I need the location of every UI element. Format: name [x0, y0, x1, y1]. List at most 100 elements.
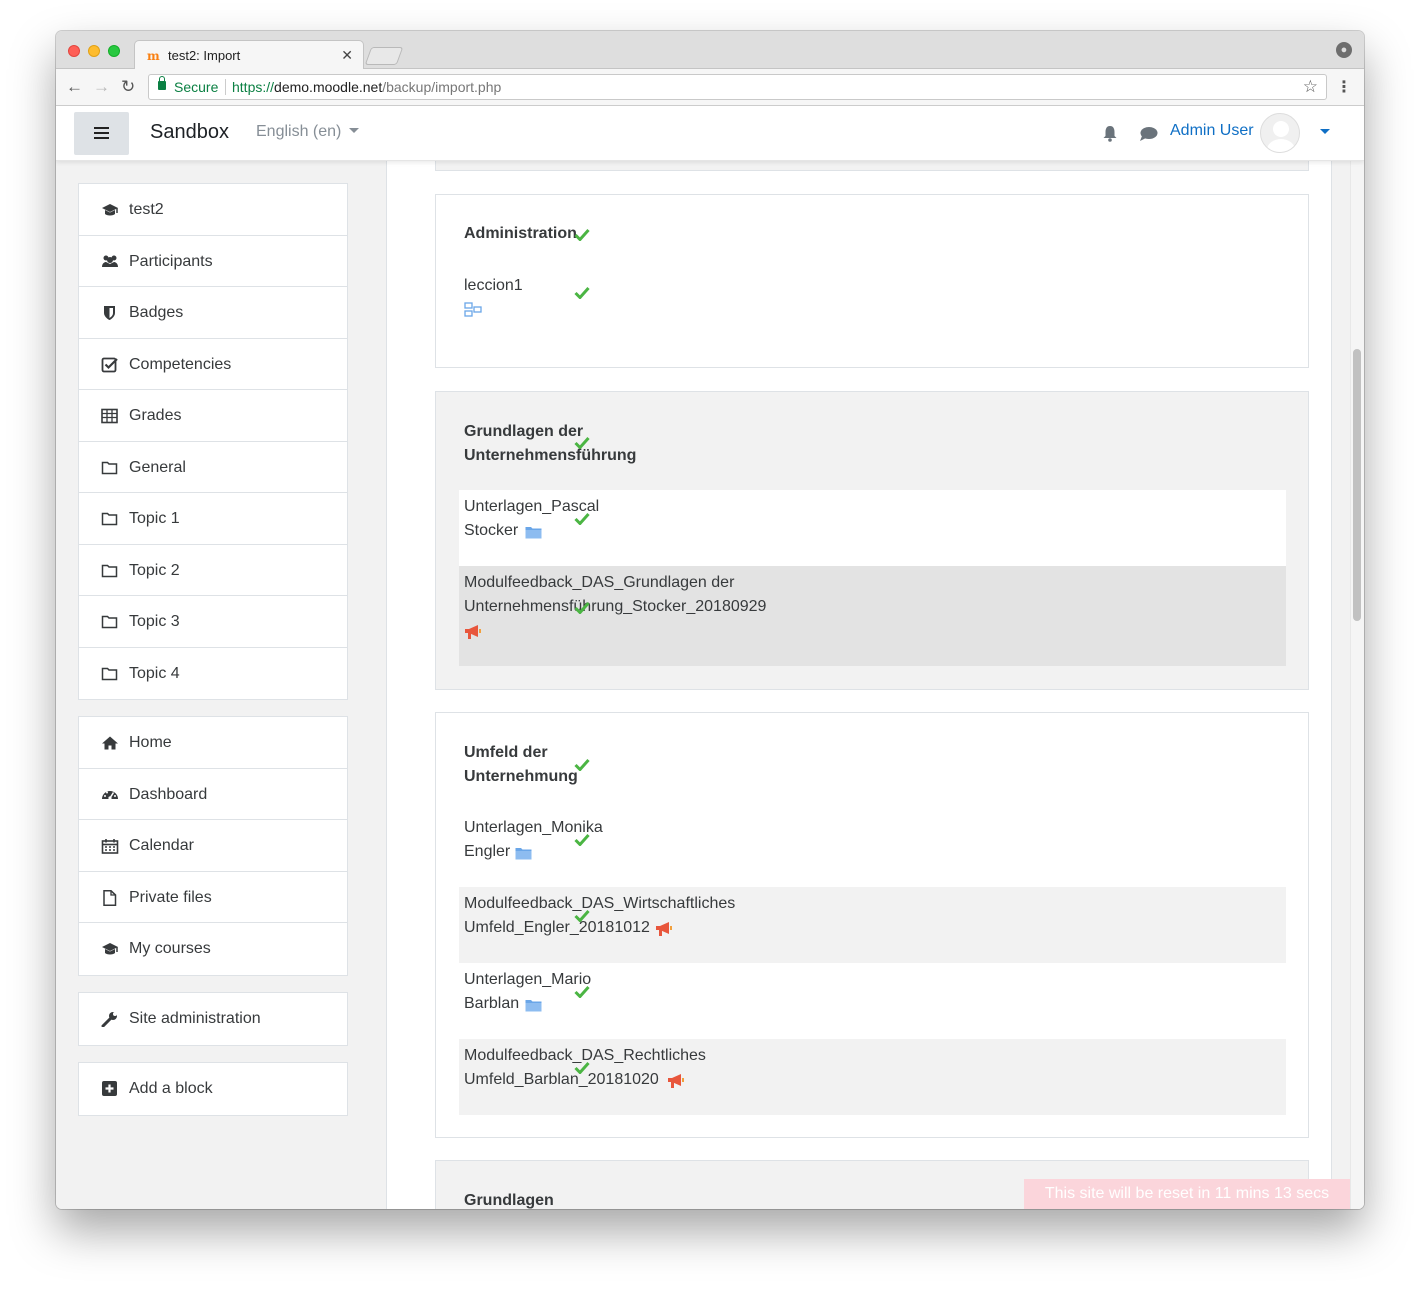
forward-arrow-icon[interactable]: →	[93, 77, 110, 97]
drawer-toggle-button[interactable]	[74, 112, 129, 155]
check-icon	[574, 909, 590, 922]
folder-icon	[525, 527, 542, 539]
hamburger-icon	[94, 127, 109, 139]
check-icon	[574, 512, 590, 525]
reload-icon[interactable]: ↻	[121, 77, 135, 97]
folder-icon	[515, 848, 532, 860]
import-content: Administration leccion1 Grundlagen der U…	[386, 161, 1332, 1209]
nav-item-label: Calendar	[129, 837, 194, 854]
nav-item-site-administration[interactable]: Site administration	[79, 993, 347, 1045]
nav-item-label: Topic 3	[129, 613, 180, 630]
user-menu-caret-icon[interactable]	[1320, 129, 1330, 134]
nav-item-label: Topic 2	[129, 561, 180, 579]
messages-chat-icon[interactable]	[1139, 126, 1158, 142]
plus-square-icon	[102, 1081, 117, 1096]
nav-item-label: Site administration	[129, 1010, 261, 1027]
browser-menu-icon[interactable]: ⋮	[1336, 77, 1352, 97]
feedback-megaphone-icon	[656, 922, 672, 936]
nav-item-topic-1[interactable]: Topic 1	[79, 493, 347, 545]
check-icon	[574, 833, 590, 846]
tab-close-icon[interactable]: ✕	[341, 47, 353, 64]
check-icon	[574, 758, 590, 771]
profile-icon[interactable]: ●	[1336, 42, 1352, 58]
back-arrow-icon[interactable]: ←	[66, 77, 83, 97]
add-block-button[interactable]: Add a block	[79, 1063, 347, 1115]
folder-icon	[101, 461, 118, 474]
activity-name: Modulfeedback_DAS_Grundlagen der Unterne…	[464, 574, 767, 615]
nav-item-topic-3[interactable]: Topic 3	[79, 596, 347, 648]
home-icon	[102, 736, 118, 750]
nav-item-participants[interactable]: Participants	[79, 236, 347, 287]
site-brand[interactable]: Sandbox	[150, 121, 229, 144]
activity-row: Modulfeedback_DAS_Wirtschaftliches Umfel…	[459, 887, 1286, 963]
language-menu[interactable]: English (en)	[256, 123, 360, 141]
new-tab-button[interactable]	[364, 47, 404, 65]
nav-item-label: Dashboard	[129, 785, 208, 803]
minimize-window-button[interactable]	[88, 45, 100, 57]
nav-item-home[interactable]: Home	[79, 717, 347, 769]
reset-countdown-banner: This site will be reset in 11 mins 13 se…	[1024, 1179, 1350, 1209]
address-bar[interactable]: Secure https://demo.moodle.net/backup/im…	[148, 74, 1327, 100]
nav-item-topic-4[interactable]: Topic 4	[79, 648, 347, 700]
nav-item-label: Add a block	[129, 1080, 213, 1097]
close-window-button[interactable]	[68, 45, 80, 57]
nav-item-label: Home	[129, 734, 172, 751]
browser-tab[interactable]: m test2: Import ✕	[134, 40, 364, 70]
folder-icon	[101, 512, 118, 526]
site-nav-group: Home Dashboard Calendar Private files My cou…	[78, 716, 348, 976]
activity-name: Modulfeedback_DAS_Wirtschaftliches Umfel…	[464, 895, 736, 936]
folder-icon	[101, 615, 118, 629]
nav-item-topic-2[interactable]: Topic 2	[79, 545, 347, 596]
site-navbar: Sandbox English (en) Admin User	[56, 106, 1364, 161]
section-title: Administration	[464, 225, 577, 242]
nav-item-general[interactable]: General	[79, 442, 347, 493]
browser-window: m test2: Import ✕ ● ← → ↻ Secure https:/…	[56, 31, 1364, 1209]
feedback-megaphone-icon	[668, 1074, 684, 1088]
scrollbar-thumb[interactable]	[1353, 349, 1361, 621]
file-icon	[103, 889, 117, 906]
check-icon	[574, 286, 590, 299]
nav-item-dashboard[interactable]: Dashboard	[79, 769, 347, 820]
page-scrollbar[interactable]	[1350, 161, 1364, 1209]
notifications-bell-icon[interactable]	[1102, 125, 1118, 142]
nav-item-badges[interactable]: Badges	[79, 287, 347, 339]
course-nav-group: test2 Participants Badges Competencies Grade…	[78, 183, 348, 700]
moodle-favicon-icon: m	[147, 49, 160, 63]
nav-item-label: Participants	[129, 252, 213, 270]
wrench-icon	[101, 1012, 117, 1027]
folder-icon	[525, 1000, 542, 1012]
nav-item-grades[interactable]: Grades	[79, 390, 347, 442]
nav-item-label: My courses	[129, 940, 211, 957]
nav-item-test2[interactable]: test2	[79, 184, 347, 236]
bookmark-star-icon[interactable]: ☆	[1303, 77, 1318, 97]
user-menu-name[interactable]: Admin User	[1170, 122, 1254, 140]
language-label: English (en)	[256, 123, 342, 140]
activity-row: Unterlagen_Monika Engler	[459, 811, 1286, 887]
nav-item-private-files[interactable]: Private files	[79, 872, 347, 923]
activity-name: leccion1	[464, 277, 523, 294]
calendar-icon	[101, 839, 119, 854]
activity-row: Modulfeedback_DAS_Rechtliches Umfeld_Bar…	[459, 1039, 1286, 1115]
nav-drawer: test2 Participants Badges Competencies Grade…	[56, 161, 370, 1209]
caret-down-icon	[349, 128, 360, 133]
check-icon	[574, 436, 590, 449]
url-path: /backup/import.php	[382, 79, 502, 95]
url-scheme: https://	[232, 79, 275, 95]
nav-item-my-courses[interactable]: My courses	[79, 923, 347, 975]
nav-item-label: General	[129, 458, 186, 476]
lock-icon	[158, 76, 166, 90]
user-avatar[interactable]	[1260, 113, 1300, 153]
browser-toolbar: ← → ↻ Secure https://demo.moodle.net/bac…	[56, 69, 1364, 106]
url-text[interactable]: https://demo.moodle.net/backup/import.ph…	[232, 79, 501, 95]
add-block-group: Add a block	[78, 1062, 348, 1116]
nav-item-label: Competencies	[129, 355, 232, 373]
nav-item-calendar[interactable]: Calendar	[79, 820, 347, 872]
activity-row: leccion1	[459, 274, 1286, 328]
nav-item-competencies[interactable]: Competencies	[79, 339, 347, 390]
activity-row: Unterlagen_Mario Barblan	[459, 963, 1286, 1039]
zoom-window-button[interactable]	[108, 45, 120, 57]
nav-item-label: test2	[129, 201, 164, 218]
graduation-cap-icon	[102, 943, 118, 955]
folder-icon	[101, 667, 118, 680]
users-icon	[102, 255, 118, 267]
